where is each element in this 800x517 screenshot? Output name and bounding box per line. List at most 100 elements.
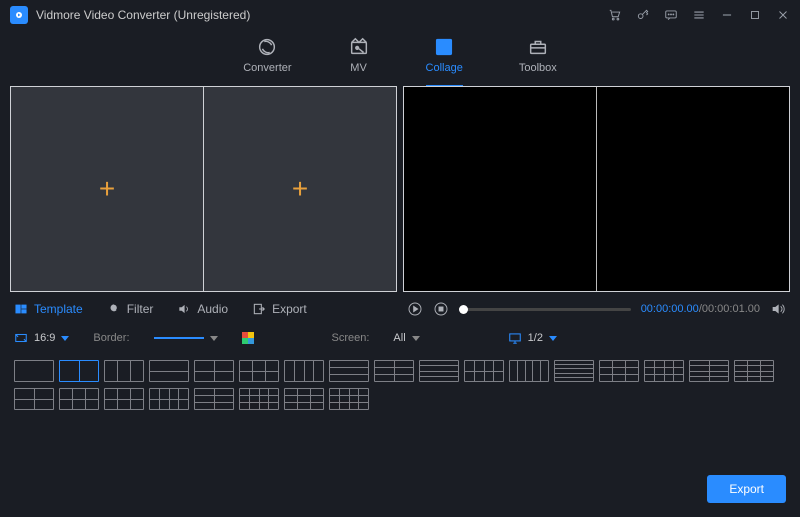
border-style-select[interactable] [154,336,218,341]
subtab-template[interactable]: Template [14,302,83,316]
volume-button[interactable] [770,301,786,317]
mv-icon [348,36,370,58]
main: + + Template Filter Audio Export [0,86,800,322]
close-icon[interactable] [776,8,790,22]
playback-controls: 00:00:00.00/00:00:01.00 [403,292,790,322]
template-thumb[interactable] [239,360,279,382]
template-thumb[interactable] [464,360,504,382]
template-thumb[interactable] [554,360,594,382]
time-display: 00:00:00.00/00:00:01.00 [641,303,760,315]
display-value: 1/2 [528,332,543,344]
screen-select[interactable]: All [393,332,419,344]
template-thumb[interactable] [284,360,324,382]
chevron-down-icon [61,336,69,341]
tab-toolbox[interactable]: Toolbox [519,36,557,86]
collage-editor: + + [10,86,397,292]
template-thumb[interactable] [599,360,639,382]
tab-collage-label: Collage [426,62,463,74]
template-thumb[interactable] [689,360,729,382]
color-swatch-icon [242,332,254,344]
template-thumb[interactable] [104,360,144,382]
preview-pane: 00:00:00.00/00:00:01.00 [403,86,790,322]
toolbox-icon [527,36,549,58]
footer: Export [0,465,800,517]
aspect-ratio-select[interactable]: 16:9 [14,331,69,345]
maximize-icon[interactable] [748,8,762,22]
tab-mv[interactable]: MV [348,36,370,86]
nav-tabs: Converter MV Collage Toolbox [0,30,800,86]
tab-converter[interactable]: Converter [243,36,291,86]
cart-icon[interactable] [608,8,622,22]
feedback-icon[interactable] [664,8,678,22]
template-thumb[interactable] [329,360,369,382]
titlebar-left: Vidmore Video Converter (Unregistered) [10,6,250,24]
export-button[interactable]: Export [707,475,786,503]
template-thumb[interactable] [59,360,99,382]
template-thumb[interactable] [194,360,234,382]
chevron-down-icon [210,336,218,341]
border-color-picker[interactable] [242,332,254,344]
chevron-down-icon [412,336,420,341]
template-thumb[interactable] [374,360,414,382]
collage-cell-1[interactable]: + [11,87,204,291]
option-row: 16:9 Border: Screen: All 1/2 [0,322,800,354]
preview-cell-2 [597,87,789,291]
template-thumb[interactable] [419,360,459,382]
collage-cell-2[interactable]: + [204,87,396,291]
template-thumb[interactable] [734,360,774,382]
progress-bar[interactable] [459,308,631,311]
subtab-audio-label: Audio [197,302,228,316]
time-total: 00:00:01.00 [702,303,760,315]
minimize-icon[interactable] [720,8,734,22]
tab-mv-label: MV [350,62,367,74]
template-row-2 [14,388,786,410]
chevron-down-icon [549,336,557,341]
template-thumb[interactable] [14,388,54,410]
aspect-ratio-value: 16:9 [34,332,55,344]
subtab-filter-label: Filter [127,302,154,316]
add-media-icon[interactable]: + [99,175,115,203]
converter-icon [256,36,278,58]
add-media-icon[interactable]: + [292,175,308,203]
stop-button[interactable] [433,301,449,317]
template-thumb[interactable] [104,388,144,410]
subtab-export[interactable]: Export [252,302,307,316]
template-thumb[interactable] [284,388,324,410]
template-thumb[interactable] [149,388,189,410]
tab-toolbox-label: Toolbox [519,62,557,74]
border-line-preview [154,337,204,339]
display-select[interactable]: 1/2 [508,331,557,345]
template-grid [0,354,800,422]
tab-collage[interactable]: Collage [426,36,463,86]
progress-thumb[interactable] [459,305,468,314]
template-thumb[interactable] [194,388,234,410]
preview-cell-1 [404,87,597,291]
key-icon[interactable] [636,8,650,22]
subtab-template-label: Template [34,302,83,316]
template-thumb[interactable] [644,360,684,382]
screen-label: Screen: [332,332,370,344]
collage-icon [433,36,455,58]
subtab-audio[interactable]: Audio [177,302,228,316]
menu-icon[interactable] [692,8,706,22]
template-thumb[interactable] [509,360,549,382]
time-current: 00:00:00.00 [641,303,699,315]
template-row-1 [14,360,786,382]
editor-pane: + + Template Filter Audio Export [10,86,397,322]
titlebar: Vidmore Video Converter (Unregistered) [0,0,800,30]
template-thumb[interactable] [14,360,54,382]
app-logo [10,6,28,24]
subtab-filter[interactable]: Filter [107,302,154,316]
tab-converter-label: Converter [243,62,291,74]
play-button[interactable] [407,301,423,317]
subtabs: Template Filter Audio Export [10,292,397,322]
preview [403,86,790,292]
template-thumb[interactable] [149,360,189,382]
screen-value: All [393,332,405,344]
subtab-export-label: Export [272,302,307,316]
template-thumb[interactable] [239,388,279,410]
titlebar-right [608,8,790,22]
app-title: Vidmore Video Converter (Unregistered) [36,8,250,22]
template-thumb[interactable] [59,388,99,410]
template-thumb[interactable] [329,388,369,410]
